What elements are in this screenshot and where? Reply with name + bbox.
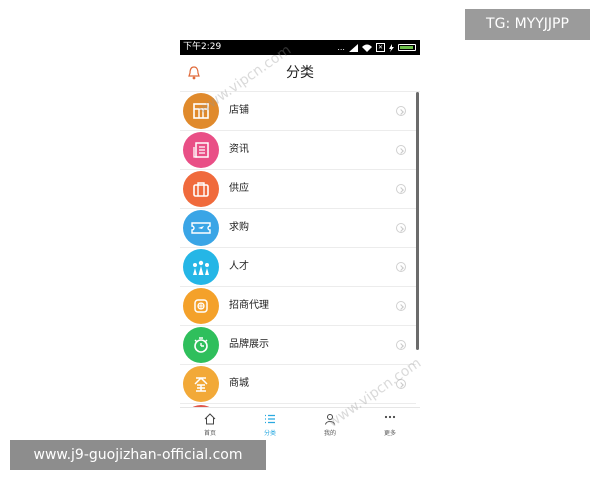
chevron-right-icon [396, 145, 406, 155]
category-row-purchase[interactable]: 求购 [180, 209, 416, 248]
ticket-icon [191, 222, 211, 234]
category-row-news[interactable]: 资讯 [180, 131, 416, 170]
status-time: 下午2:29 [183, 42, 222, 52]
more-icon [384, 415, 396, 419]
tab-label: 分类 [263, 430, 276, 437]
category-row-mall[interactable]: 商城 [180, 365, 416, 404]
list-icon [265, 414, 275, 424]
news-icon [193, 142, 209, 158]
category-row-agency[interactable]: 招商代理 [180, 287, 416, 326]
shop-icon [193, 103, 209, 119]
charge-icon [389, 43, 394, 52]
category-list: 店铺 资讯 供应 求购 人才 招商代理 品牌展示 商城 [180, 92, 420, 407]
tab-label: 更多 [383, 430, 396, 437]
category-row-talent[interactable]: 人才 [180, 248, 416, 287]
category-icon-circle [183, 327, 219, 363]
chevron-right-icon [396, 223, 406, 233]
user-icon [325, 414, 335, 425]
mall-icon [194, 377, 208, 392]
category-icon-circle [183, 93, 219, 129]
category-label: 供应 [229, 183, 249, 194]
category-label: 招商代理 [229, 300, 269, 311]
chevron-right-icon [396, 340, 406, 350]
agency-icon [194, 299, 208, 313]
status-bar: 下午2:29 ... ✕ [180, 40, 420, 55]
page-title: 分类 [286, 65, 314, 81]
tab-mine[interactable]: 我的 [300, 408, 360, 440]
url-banner: www.j9-guojizhan-official.com [10, 440, 266, 470]
category-label: 商城 [229, 378, 249, 389]
tab-category[interactable]: 分类 [240, 408, 300, 440]
stopwatch-icon [194, 337, 208, 353]
phone-screen: 下午2:29 ... ✕ 分类 店铺 资讯 供应 求购 人才 招商代理 品牌展示… [180, 40, 420, 440]
category-icon-circle [183, 249, 219, 285]
status-icons: ... ✕ [337, 40, 416, 55]
category-label: 店铺 [229, 105, 249, 116]
category-icon-circle [183, 132, 219, 168]
people-icon [193, 260, 209, 275]
category-label: 资讯 [229, 144, 249, 155]
bottom-tab-bar: 首页 分类 我的 更多 [180, 407, 420, 440]
category-label: 求购 [229, 222, 249, 233]
chevron-right-icon [396, 184, 406, 194]
category-row-brand[interactable]: 品牌展示 [180, 326, 416, 365]
category-icon-circle [183, 171, 219, 207]
category-icon-circle [183, 288, 219, 324]
briefcase-icon [193, 182, 209, 197]
chevron-right-icon [396, 379, 406, 389]
category-row-shop[interactable]: 店铺 [180, 92, 416, 131]
chevron-right-icon [396, 262, 406, 272]
wifi-icon [361, 44, 372, 52]
category-icon-circle [183, 366, 219, 402]
category-icon-circle [183, 210, 219, 246]
tab-label: 我的 [323, 430, 336, 437]
tg-banner: TG: MYYJJPP [465, 9, 590, 40]
scrollbar[interactable] [416, 92, 419, 350]
category-label: 品牌展示 [229, 339, 269, 350]
tab-home[interactable]: 首页 [180, 408, 240, 440]
chevron-right-icon [396, 106, 406, 116]
more-dots-icon: ... [337, 43, 345, 52]
category-row-supply[interactable]: 供应 [180, 170, 416, 209]
header-bar: 分类 [180, 55, 420, 92]
chevron-right-icon [396, 301, 406, 311]
signal-icon [348, 43, 358, 52]
tab-label: 首页 [203, 430, 216, 437]
battery-icon [398, 44, 416, 51]
category-label: 人才 [229, 261, 249, 272]
home-icon [204, 413, 216, 425]
x-box-icon: ✕ [375, 43, 385, 52]
tab-more[interactable]: 更多 [360, 408, 420, 440]
